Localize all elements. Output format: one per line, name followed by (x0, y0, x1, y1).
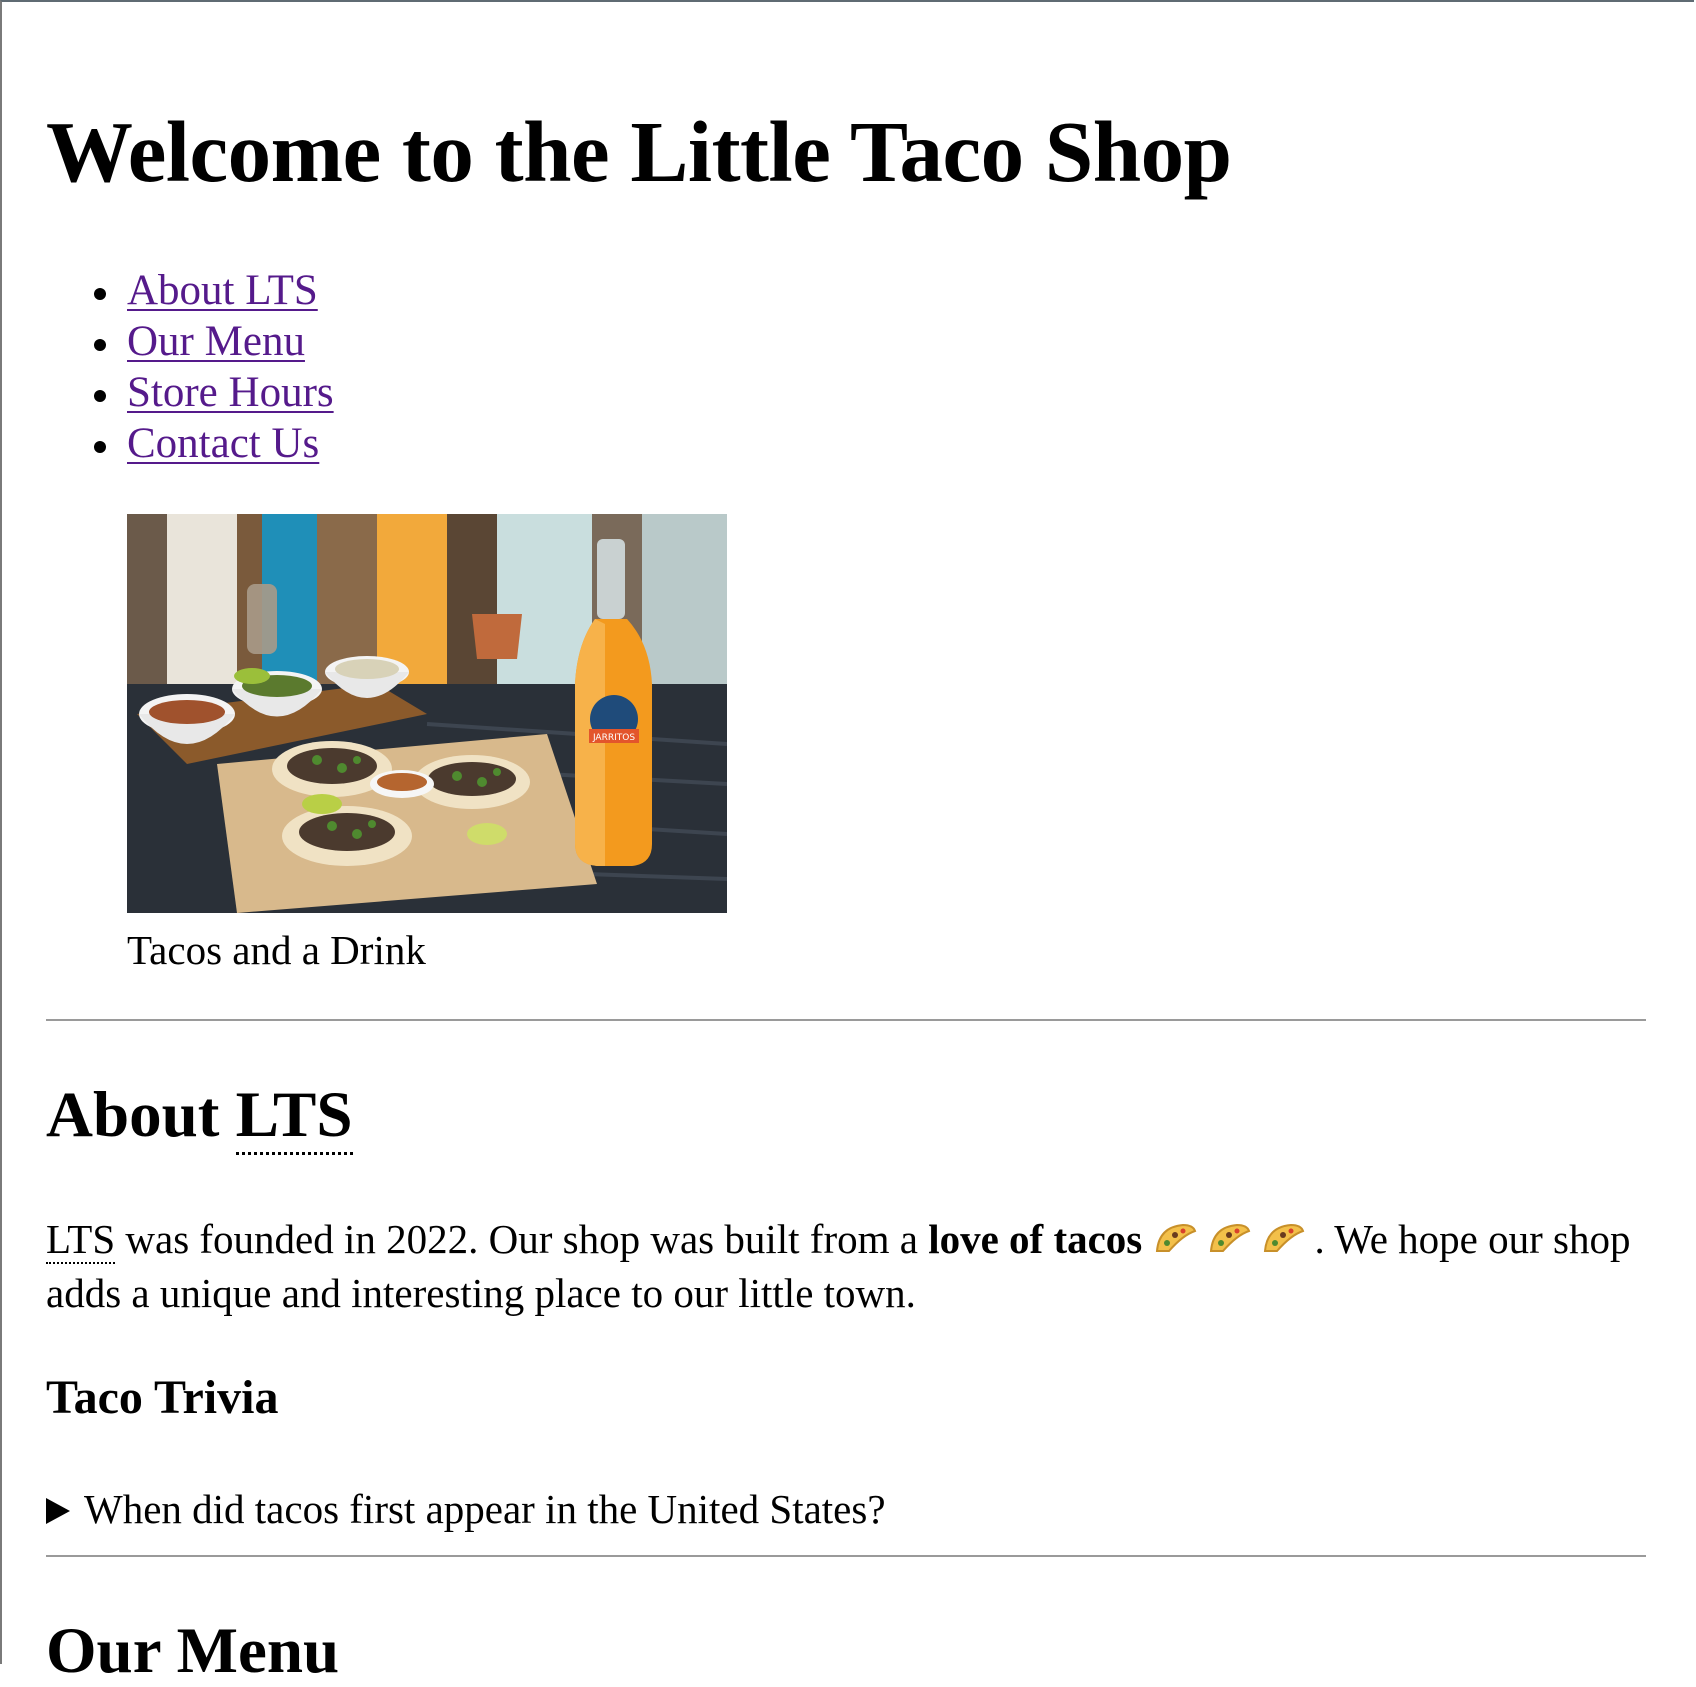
taco-emoji-icon (1155, 1223, 1196, 1252)
bullet-icon (94, 288, 106, 300)
about-text-abbr[interactable]: LTS (46, 1216, 116, 1264)
section-divider (46, 1555, 1646, 1557)
bottle-label: JARRITOS (592, 733, 635, 743)
about-text-part1: was founded in 2022. Our shop was built … (115, 1216, 929, 1262)
nav-item-about: About LTS (46, 265, 334, 316)
about-heading-abbr[interactable]: LTS (235, 1079, 353, 1155)
hero-caption: Tacos and a Drink (127, 927, 426, 973)
bullet-icon (94, 390, 106, 402)
bullet-icon (94, 339, 106, 351)
hero-figure: JARRITOS Tacos and a Drink (127, 514, 727, 975)
taco-emojis (1153, 1216, 1315, 1262)
nav-item-menu: Our Menu (46, 316, 334, 367)
page-title: Welcome to the Little Taco Shop (46, 103, 1232, 200)
nav-link-contact[interactable]: Contact Us (127, 420, 319, 467)
taco-emoji-icon (1209, 1223, 1250, 1252)
nav-item-contact: Contact Us (46, 418, 334, 469)
nav-item-hours: Store Hours (46, 367, 334, 418)
trivia-heading: Taco Trivia (46, 1371, 279, 1424)
trivia-details[interactable]: When did tacos first appear in the Unite… (46, 1484, 886, 1534)
section-divider (46, 1019, 1646, 1021)
menu-heading: Our Menu (46, 1615, 340, 1687)
about-heading-word: About (46, 1079, 220, 1151)
disclosure-triangle-icon[interactable] (46, 1498, 70, 1524)
about-paragraph: LTS was founded in 2022. Our shop was bu… (46, 1212, 1646, 1320)
about-text-bold: love of tacos (928, 1216, 1143, 1262)
nav-link-hours[interactable]: Store Hours (127, 369, 334, 416)
nav-link-menu[interactable]: Our Menu (127, 318, 305, 365)
tacos-photo: JARRITOS (127, 514, 727, 913)
nav-list: About LTS Our Menu Store Hours Contact U… (46, 265, 334, 469)
trivia-question[interactable]: When did tacos first appear in the Unite… (84, 1486, 886, 1532)
bullet-icon (94, 441, 106, 453)
taco-emoji-icon (1263, 1223, 1304, 1252)
about-heading: About LTS (46, 1079, 353, 1155)
nav-link-about[interactable]: About LTS (127, 267, 318, 314)
